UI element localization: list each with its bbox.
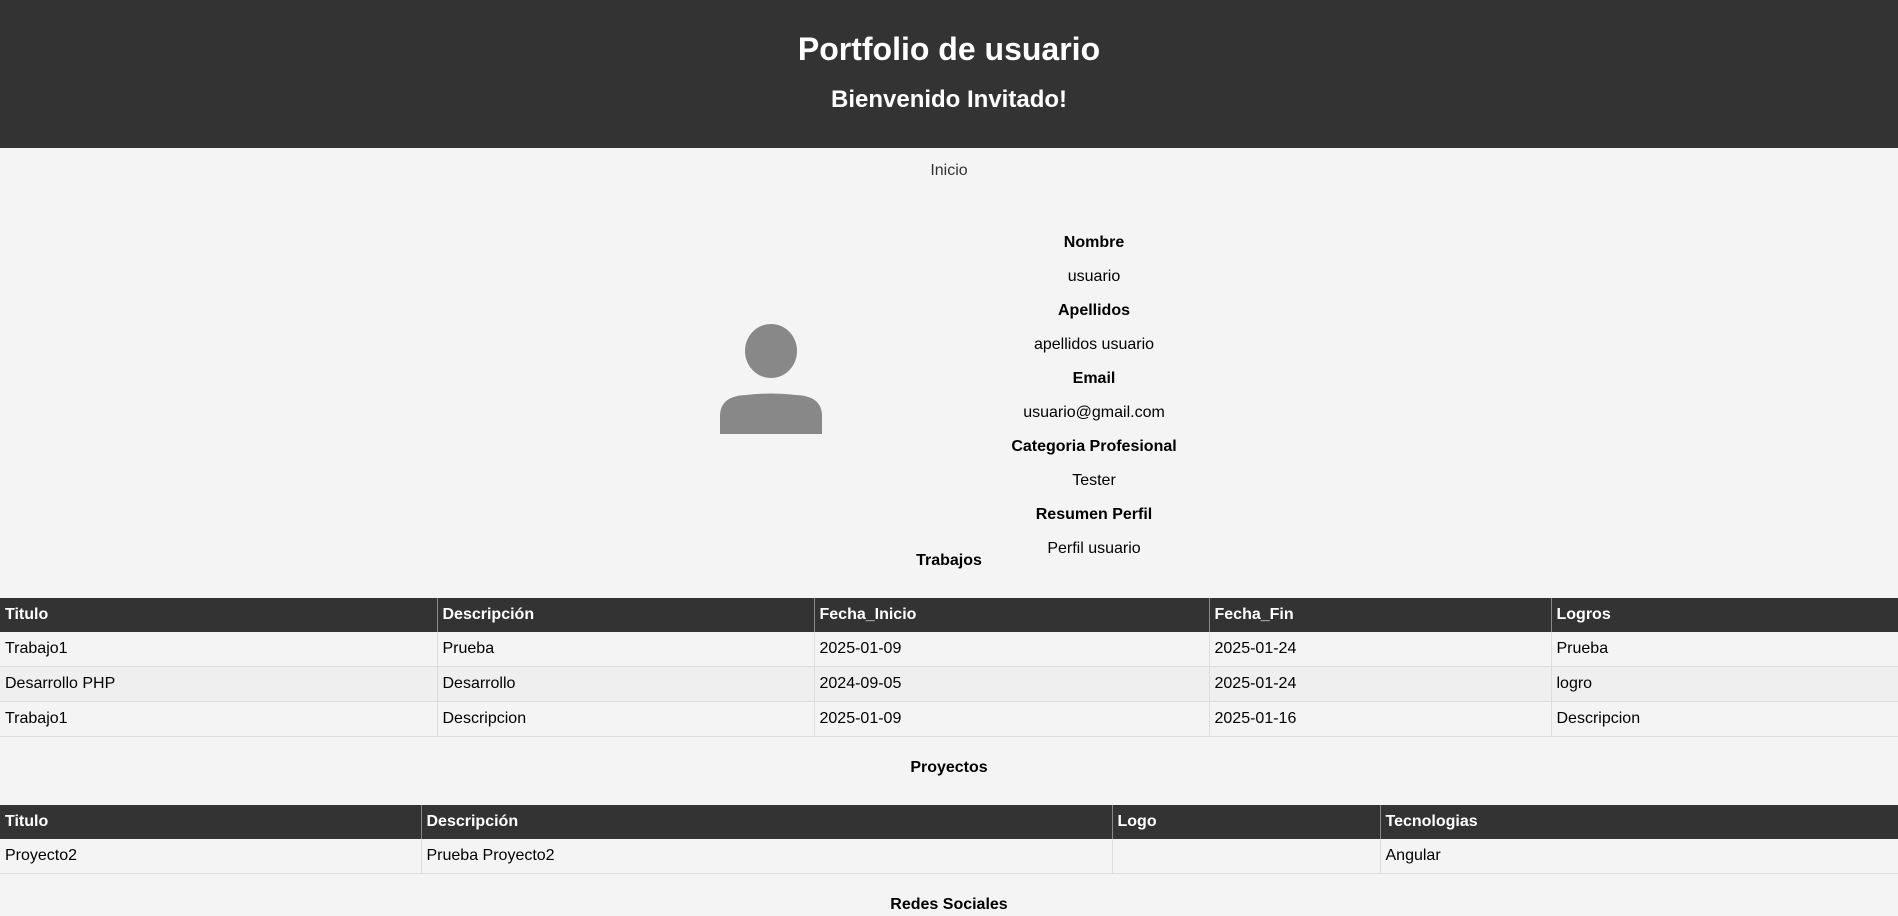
- column-header: Logros: [1550, 598, 1898, 632]
- table-cell: Trabajo1: [0, 701, 437, 737]
- field-label-nombre: Nombre: [1063, 234, 1125, 251]
- column-header: Titulo: [0, 805, 421, 839]
- field-value-email: usuario@gmail.com: [1023, 404, 1165, 421]
- table-cell: 2025-01-09: [813, 632, 1209, 667]
- column-header: Fecha_Inicio: [813, 598, 1209, 632]
- table-cell: Angular: [1379, 839, 1898, 874]
- field-value-apellidos: apellidos usuario: [1033, 336, 1155, 353]
- nav-link-inicio[interactable]: Inicio: [930, 162, 967, 179]
- table-cell: Trabajo1: [0, 632, 437, 667]
- table-header-row: Titulo Descripción Logo Tecnologias: [0, 805, 1898, 839]
- profile-section: Nombre usuario Apellidos apellidos usuar…: [0, 182, 1898, 557]
- field-value-nombre: usuario: [1067, 268, 1121, 285]
- page-header: Portfolio de usuario Bienvenido Invitado…: [0, 0, 1898, 148]
- main-nav: Inicio: [0, 162, 1898, 182]
- section-title-proyectos: Proyectos: [910, 759, 988, 776]
- table-cell: Prueba: [436, 632, 814, 667]
- table-cell: Descripcion: [1550, 701, 1898, 737]
- table-cell: Proyecto2: [0, 839, 421, 874]
- table-cell: logro: [1550, 666, 1898, 702]
- table-cell: Prueba Proyecto2: [420, 839, 1112, 874]
- section-title-redes-sociales: Redes Sociales: [890, 896, 1008, 913]
- field-label-categoria: Categoria Profesional: [1011, 438, 1177, 455]
- table-row: Proyecto2 Prueba Proyecto2 Angular: [0, 839, 1898, 874]
- field-value-categoria: Tester: [1072, 472, 1116, 489]
- page-title: Portfolio de usuario: [797, 31, 1101, 67]
- field-label-resumen: Resumen Perfil: [1035, 506, 1153, 523]
- column-header: Descripción: [420, 805, 1112, 839]
- table-row: Desarrollo PHP Desarrollo 2024-09-05 202…: [0, 666, 1898, 702]
- table-row: Trabajo1 Prueba 2025-01-09 2025-01-24 Pr…: [0, 632, 1898, 667]
- proyectos-table: Titulo Descripción Logo Tecnologias Proy…: [0, 805, 1898, 874]
- table-cell: Desarrollo: [436, 666, 814, 702]
- table-cell: 2025-01-24: [1208, 632, 1551, 667]
- field-value-resumen: Perfil usuario: [1047, 540, 1141, 557]
- table-cell: 2025-01-09: [813, 701, 1209, 737]
- table-cell: 2024-09-05: [813, 666, 1209, 702]
- trabajos-table: Titulo Descripción Fecha_Inicio Fecha_Fi…: [0, 598, 1898, 737]
- field-label-email: Email: [1072, 370, 1116, 387]
- table-cell: Prueba: [1550, 632, 1898, 667]
- field-label-apellidos: Apellidos: [1057, 302, 1130, 319]
- table-cell: Descripcion: [436, 701, 814, 737]
- column-header: Fecha_Fin: [1208, 598, 1551, 632]
- user-silhouette-icon: [720, 324, 822, 434]
- welcome-subtitle: Bienvenido Invitado!: [830, 86, 1067, 113]
- profile-fields: Nombre usuario Apellidos apellidos usuar…: [944, 226, 1244, 566]
- table-cell: 2025-01-24: [1208, 666, 1551, 702]
- table-header-row: Titulo Descripción Fecha_Inicio Fecha_Fi…: [0, 598, 1898, 632]
- table-cell: Desarrollo PHP: [0, 666, 437, 702]
- table-cell: [1111, 839, 1380, 874]
- table-row: Trabajo1 Descripcion 2025-01-09 2025-01-…: [0, 701, 1898, 737]
- column-header: Logo: [1111, 805, 1380, 839]
- column-header: Titulo: [0, 598, 437, 632]
- column-header: Descripción: [436, 598, 814, 632]
- column-header: Tecnologias: [1379, 805, 1898, 839]
- table-cell: 2025-01-16: [1208, 701, 1551, 737]
